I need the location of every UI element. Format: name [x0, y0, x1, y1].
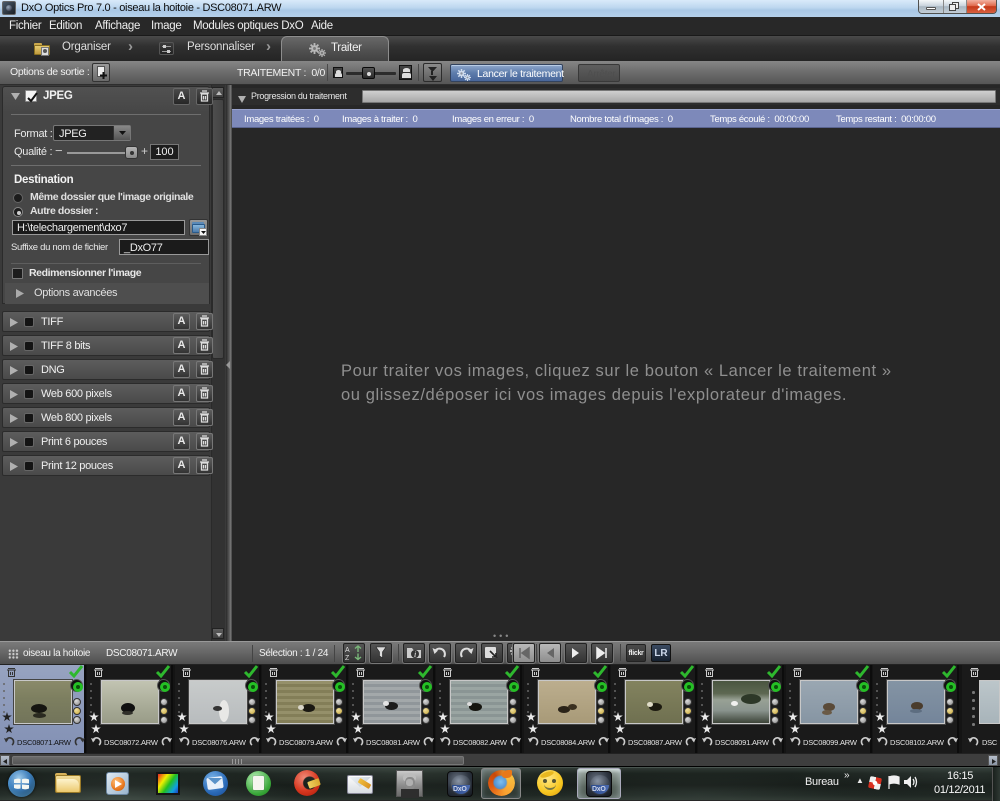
svg-text:A: A	[345, 647, 350, 654]
svg-text:i: i	[414, 650, 416, 659]
svg-text:Z: Z	[345, 655, 350, 661]
